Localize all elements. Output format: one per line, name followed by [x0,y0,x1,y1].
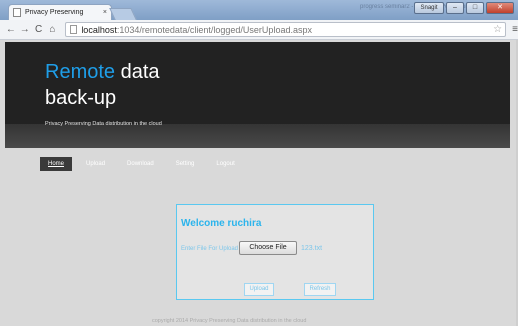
logo-accent: Remote [45,61,116,83]
back-arrow-icon[interactable]: ← [4,24,18,35]
window-titlebar: Privacy Preserving × progress seminar2 -… [0,0,518,20]
file-upload-label: Enter File For Upload [181,246,239,252]
page-favicon-icon [13,8,21,17]
choose-file-button[interactable]: Choose File [239,241,297,255]
page-icon [70,25,78,34]
upload-panel: Welcome ruchira Enter File For Upload Ch… [176,204,374,300]
snagit-button[interactable]: Snagit [414,2,444,14]
logo-rest: data [115,61,160,83]
minimize-button[interactable]: – [446,2,464,14]
refresh-button[interactable]: Refresh [304,283,336,296]
maximize-button[interactable]: □ [466,2,484,14]
address-bar[interactable]: localhost:1034/remotedata/client/logged/… [65,22,507,37]
site-tagline: Privacy Preserving Data distribution in … [45,121,162,127]
new-tab-button[interactable] [109,8,137,20]
browser-tab[interactable]: Privacy Preserving × [8,4,112,20]
url-path: :1034/remotedata/client/logged/UserUploa… [116,24,312,35]
welcome-heading: Welcome ruchira [181,218,262,229]
upload-button[interactable]: Upload [244,283,274,296]
tab-close-icon[interactable]: × [103,9,107,16]
close-window-button[interactable]: ✕ [486,2,514,14]
nav-setting[interactable]: Setting [168,157,203,171]
menu-icon[interactable]: ≡ [512,24,518,35]
site-header: Remote data back-up Privacy Preserving D… [5,42,510,148]
nav-download[interactable]: Download [119,157,162,171]
page-footer: copyright 2014 Privacy Preserving Data d… [152,318,307,324]
bookmark-star-icon[interactable]: ☆ [493,24,502,35]
nav-logout[interactable]: Logout [208,157,242,171]
nav-upload[interactable]: Upload [78,157,113,171]
main-nav: Home Upload Download Setting Logout [40,157,249,171]
tab-title: Privacy Preserving [25,9,84,16]
window-controls: Snagit – □ ✕ [414,2,514,14]
reload-icon[interactable]: C [32,24,46,35]
selected-file-name: 123.txt [301,245,323,252]
browser-toolbar: ← → C ⌂ localhost:1034/remotedata/client… [0,20,518,40]
url-host: localhost [81,24,117,35]
site-logo: Remote data [45,61,160,84]
site-logo-line2: back-up [45,87,117,109]
header-band [5,124,510,148]
forward-arrow-icon[interactable]: → [18,24,32,35]
nav-home[interactable]: Home [40,157,73,171]
home-icon[interactable]: ⌂ [45,24,59,35]
